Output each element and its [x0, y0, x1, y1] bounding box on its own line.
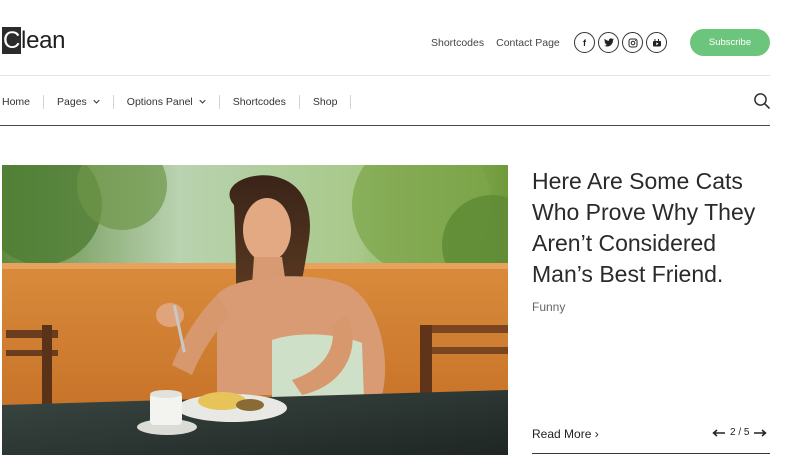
nav-item-shop[interactable]: Shop [300, 95, 352, 109]
nav-item-label: Shortcodes [232, 96, 286, 108]
logo-initial: C [2, 27, 22, 54]
chevron-down-icon [199, 99, 206, 106]
nav-item-label: Shop [312, 96, 338, 108]
nav-item-options-panel[interactable]: Options Panel [114, 95, 220, 109]
read-more-link[interactable]: Read More › [532, 427, 599, 441]
top-link-shortcodes[interactable]: Shortcodes [431, 37, 484, 49]
read-more-label: Read More [532, 427, 592, 441]
twitter-icon[interactable] [598, 32, 619, 53]
nav-item-home[interactable]: Home [2, 95, 45, 109]
subscribe-button[interactable]: Subscribe [690, 29, 770, 56]
youtube-icon[interactable] [646, 32, 667, 53]
nav-item-label: Home [2, 96, 31, 108]
slide-indicator: 2 / 5 [730, 426, 750, 438]
instagram-icon[interactable] [622, 32, 643, 53]
search-icon[interactable] [753, 92, 771, 110]
header-divider [0, 75, 770, 76]
site-header: Clean Shortcodes Contact Page f Subscrib… [0, 0, 788, 76]
post-title[interactable]: Here Are Some Cats Who Prove Why They Ar… [532, 166, 772, 290]
featured-image[interactable] [2, 165, 508, 455]
facebook-icon[interactable]: f [574, 32, 595, 53]
nav-item-label: Pages [57, 96, 87, 108]
nav-item-pages[interactable]: Pages [44, 95, 114, 109]
arrow-left-icon[interactable] [712, 425, 726, 439]
arrow-right-icon[interactable] [753, 425, 768, 439]
slider-controls: 2 / 5 [712, 425, 768, 439]
logo-rest: lean [21, 27, 66, 54]
post-divider [532, 453, 770, 454]
social-links: f [574, 32, 667, 53]
nav-item-shortcodes[interactable]: Shortcodes [220, 95, 300, 109]
chevron-down-icon [93, 99, 100, 106]
post-category[interactable]: Funny [532, 300, 565, 314]
main-nav: Home Pages Options Panel Shortcodes Shop [2, 93, 352, 111]
chevron-right-icon: › [594, 427, 599, 441]
top-link-contact-page[interactable]: Contact Page [496, 37, 560, 49]
top-links: Shortcodes Contact Page [431, 37, 572, 49]
nav-divider [0, 125, 770, 126]
nav-item-label: Options Panel [126, 96, 193, 108]
site-logo[interactable]: Clean [2, 27, 66, 55]
